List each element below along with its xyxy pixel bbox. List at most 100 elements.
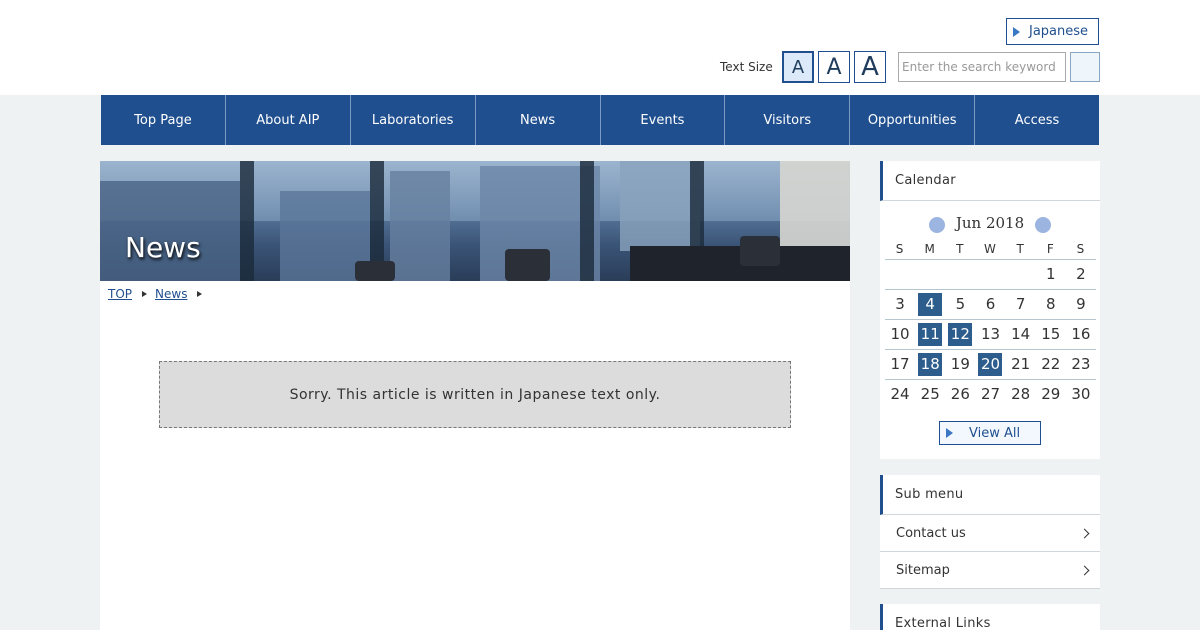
next-month-button[interactable]: [1035, 217, 1052, 233]
calendar-day: 28: [1005, 378, 1036, 409]
calendar-day: [975, 258, 1006, 289]
calendar-day: 16: [1065, 318, 1096, 349]
calendar-day: 6: [975, 288, 1006, 319]
calendar-week-row: 10 11 12 13 14 15 16: [885, 318, 1096, 349]
calendar-day: 15: [1035, 318, 1066, 349]
calendar-day: 5: [945, 288, 976, 319]
nav-item-opportunities[interactable]: Opportunities: [850, 95, 976, 145]
breadcrumb-top-link[interactable]: TOP: [108, 287, 132, 301]
submenu-title: Sub menu: [880, 475, 1100, 515]
calendar-week-row: 24 25 26 27 28 29 30: [885, 378, 1096, 409]
calendar-week-row: 12: [885, 258, 1096, 289]
search-input[interactable]: [898, 52, 1066, 82]
calendar-day: 29: [1035, 378, 1066, 409]
global-nav: Top Page About AIP Laboratories News Eve…: [101, 95, 1099, 145]
calendar-day: 13: [975, 318, 1006, 349]
text-size-label: Text Size: [720, 60, 773, 74]
calendar-day: 24: [885, 378, 916, 409]
nav-item-access[interactable]: Access: [975, 95, 1099, 145]
calendar-week-row: 3456789: [885, 288, 1096, 319]
calendar-day: 10: [885, 318, 916, 349]
japanese-only-notice: Sorry. This article is written in Japane…: [159, 361, 791, 428]
calendar-event-day-link[interactable]: 4: [918, 292, 943, 316]
weekday-header: S: [1076, 241, 1086, 256]
nav-item-visitors[interactable]: Visitors: [725, 95, 851, 145]
calendar-day: 19: [945, 348, 976, 379]
nav-item-top-page[interactable]: Top Page: [101, 95, 226, 145]
calendar-day: 27: [975, 378, 1006, 409]
calendar-event-day-link[interactable]: 20: [978, 352, 1003, 376]
calendar-week-row: 17 18 19 20 21 22 23: [885, 348, 1096, 379]
nav-item-about-aip[interactable]: About AIP: [226, 95, 351, 145]
text-size-large-button[interactable]: A: [854, 51, 886, 83]
calendar-day: 9: [1065, 288, 1096, 319]
nav-item-events[interactable]: Events: [601, 95, 726, 145]
calendar-event-day-link[interactable]: 18: [918, 352, 943, 376]
calendar-day: 17: [885, 348, 916, 379]
weekday-header: M: [924, 241, 936, 256]
external-links-title: External Links: [880, 604, 1100, 630]
main-content: News TOP News Sorry. This article is wri…: [100, 161, 850, 630]
calendar-day: 23: [1065, 348, 1096, 379]
view-all-label: View All: [969, 425, 1021, 441]
breadcrumb-news-link[interactable]: News: [155, 287, 187, 301]
news-banner-image: News: [100, 161, 850, 281]
calendar-month-label: Jun 2018: [955, 214, 1025, 232]
weekday-header: W: [984, 241, 997, 256]
calendar-day: 2: [1065, 258, 1096, 289]
breadcrumb-arrow-icon: [142, 291, 148, 297]
chevron-right-icon: [1079, 528, 1090, 538]
calendar-day: 3: [885, 288, 916, 319]
weekday-header: F: [1046, 241, 1055, 256]
breadcrumb: TOP News: [108, 287, 210, 301]
submenu-item-sitemap[interactable]: Sitemap: [880, 552, 1100, 589]
calendar-event-day-link[interactable]: 12: [948, 322, 973, 346]
calendar-day: [945, 258, 976, 289]
play-triangle-icon: [1013, 26, 1020, 37]
external-links-widget: External Links: [880, 604, 1100, 630]
calendar-day: 25: [915, 378, 946, 409]
calendar-day: 7: [1005, 288, 1036, 319]
calendar-grid: SMTWTFS 1 2 3 4 5 6 7 8 9 10 11 12 13 14 15 16 17 18 19 20 2…: [885, 239, 1096, 409]
banner-title: News: [125, 231, 201, 264]
text-size-small-button[interactable]: A: [782, 51, 814, 83]
play-triangle-icon: [946, 428, 953, 438]
submenu-widget: Sub menu Contact us Sitemap: [880, 475, 1100, 589]
calendar-day: [1005, 258, 1036, 289]
submenu-item-label: Contact us: [896, 525, 966, 541]
calendar-day[interactable]: 11: [915, 318, 946, 349]
calendar-day: 1: [1035, 258, 1066, 289]
nav-item-laboratories[interactable]: Laboratories: [351, 95, 476, 145]
calendar-day: [915, 258, 946, 289]
submenu-item-label: Sitemap: [896, 562, 950, 578]
weekday-header: T: [956, 241, 965, 256]
calendar-month-nav: Jun 2018: [880, 213, 1100, 233]
calendar-day: 8: [1035, 288, 1066, 319]
calendar-day[interactable]: 20: [975, 348, 1006, 379]
site-header: Japanese Text Size A A A: [0, 0, 1200, 95]
calendar-day[interactable]: 18: [915, 348, 946, 379]
calendar-event-day-link[interactable]: 11: [918, 322, 943, 346]
calendar-day: 14: [1005, 318, 1036, 349]
calendar-day: 21: [1005, 348, 1036, 379]
calendar-day: 26: [945, 378, 976, 409]
search-button[interactable]: [1070, 52, 1100, 82]
calendar-title: Calendar: [880, 161, 1100, 201]
language-button-label: Japanese: [1029, 24, 1089, 39]
text-size-medium-button[interactable]: A: [818, 51, 850, 83]
prev-month-button[interactable]: [928, 217, 945, 233]
calendar-day: 30: [1065, 378, 1096, 409]
calendar-day: 22: [1035, 348, 1066, 379]
calendar-widget: Calendar Jun 2018 SMTWTFS 1 2 3 4 5 6 7 8 9 10 11 1…: [880, 161, 1100, 459]
breadcrumb-arrow-icon: [197, 291, 203, 297]
weekday-header: T: [1016, 241, 1025, 256]
calendar-day[interactable]: 4: [915, 288, 946, 319]
language-switch-button[interactable]: Japanese: [1006, 18, 1099, 45]
weekday-header: S: [895, 241, 905, 256]
submenu-item-contact-us[interactable]: Contact us: [880, 515, 1100, 552]
nav-item-news[interactable]: News: [476, 95, 601, 145]
calendar-day[interactable]: 12: [945, 318, 976, 349]
view-all-button[interactable]: View All: [939, 421, 1041, 445]
chevron-right-icon: [1079, 565, 1090, 575]
calendar-day: [885, 258, 916, 289]
